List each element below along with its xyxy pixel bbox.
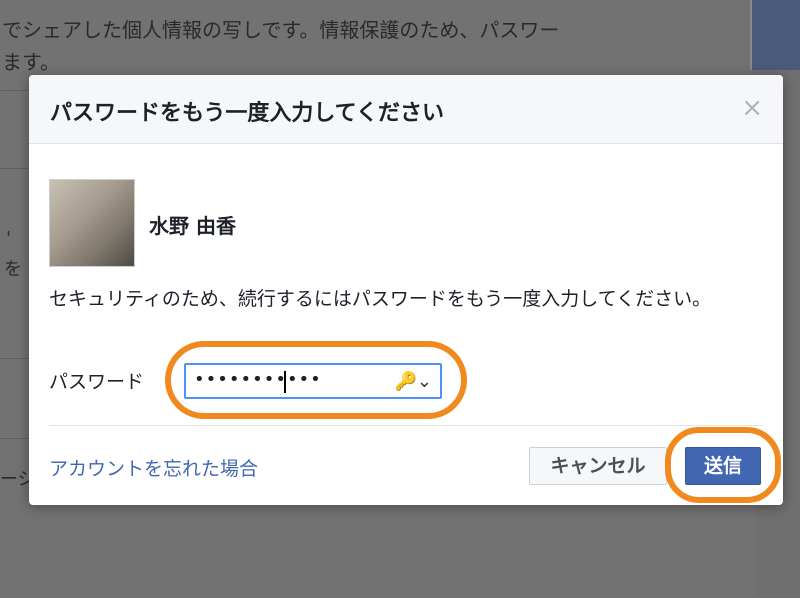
dialog-title: パスワードをもう一度入力してください xyxy=(50,101,445,126)
security-message: セキュリティのため、続行するにはパスワードをもう一度入力してください。 xyxy=(49,288,712,310)
cancel-button[interactable]: キャンセル xyxy=(529,447,667,485)
background-avatar xyxy=(750,0,800,70)
highlight-ring xyxy=(665,427,781,503)
background-fragment: ' xyxy=(6,228,11,249)
reauth-dialog: パスワードをもう一度入力してください × 水野 由香 セキュリティのため、続行す… xyxy=(29,75,783,505)
dialog-divider xyxy=(49,425,763,426)
background-text-line2: ます。 xyxy=(2,50,60,74)
close-icon[interactable]: × xyxy=(741,93,763,123)
password-label: パスワード xyxy=(49,371,145,393)
forgot-account-link[interactable]: アカウントを忘れた場合 xyxy=(49,454,258,481)
dialog-header: パスワードをもう一度入力してください × xyxy=(29,75,783,144)
background-fragment: を xyxy=(4,259,22,280)
avatar xyxy=(49,179,135,267)
background-text-line1: でシェアした個人情報の写しです。情報保護のため、パスワー xyxy=(2,18,560,42)
highlight-ring xyxy=(165,341,467,419)
profile-name: 水野 由香 xyxy=(149,214,236,238)
